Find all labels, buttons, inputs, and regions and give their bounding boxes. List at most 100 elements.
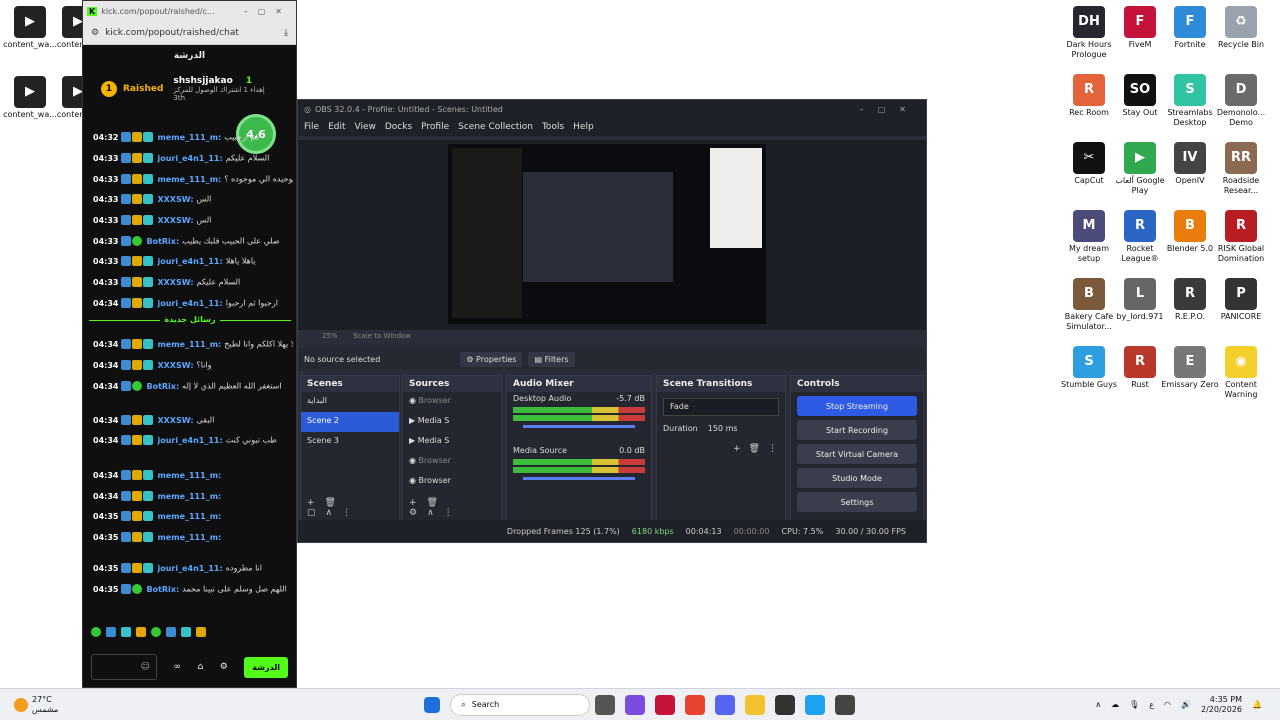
emote-icon[interactable] — [91, 627, 101, 637]
chat-username[interactable]: BotRix: — [146, 585, 179, 594]
app-icon: IV — [1174, 142, 1206, 174]
chat-username[interactable]: meme_111_m: — [157, 471, 221, 480]
chat-username[interactable]: meme_111_m: — [157, 340, 221, 349]
weather-widget[interactable]: 27°C مشمس — [32, 695, 58, 715]
chat-username[interactable]: jouri_e4n1_11: — [157, 154, 222, 163]
emoji-icon[interactable]: ☺ — [141, 662, 150, 672]
chat-username[interactable]: XXXSW: — [157, 361, 193, 370]
chat-username[interactable]: XXXSW: — [157, 416, 193, 425]
emote-icon[interactable] — [166, 627, 176, 637]
gear-icon[interactable]: ⚙ — [220, 662, 228, 672]
start-icon[interactable] — [424, 696, 441, 713]
filters-button[interactable]: ▤ Filters — [528, 351, 575, 367]
window-controls[interactable]: –▢✕ — [244, 7, 292, 16]
window-controls[interactable]: –▢✕ — [860, 105, 920, 114]
chat-username[interactable]: meme_111_m: — [157, 512, 221, 521]
scale-dropdown[interactable]: Scale to Window — [353, 332, 411, 340]
emote-icon[interactable] — [121, 627, 131, 637]
chevron-up-icon[interactable]: ∧ — [1095, 700, 1101, 709]
menu-item[interactable]: Docks — [385, 122, 412, 132]
desktop-icon[interactable]: R RISK Global Domination — [1211, 210, 1271, 264]
chat-username[interactable]: jouri_e4n1_11: — [157, 564, 222, 573]
scene-item[interactable]: البداية — [301, 392, 399, 412]
menu-item[interactable]: Profile — [421, 122, 449, 132]
emote-icon[interactable] — [196, 627, 206, 637]
emote-icon[interactable] — [136, 627, 146, 637]
menu-item[interactable]: File — [304, 122, 319, 132]
chat-username[interactable]: meme_111_m: — [157, 175, 221, 184]
stop-streaming-button[interactable]: Stop Streaming — [797, 396, 917, 416]
send-button[interactable]: الدرشة — [244, 656, 288, 678]
menu-item[interactable]: Scene Collection — [458, 122, 533, 132]
clock[interactable]: 4:35 PM 2/20/2026 — [1201, 695, 1242, 715]
store-icon[interactable]: ⌂ — [198, 662, 204, 672]
mic-icon[interactable]: 🎙 — [1129, 700, 1139, 709]
chat-username[interactable]: XXXSW: — [157, 278, 193, 287]
chrome-icon[interactable] — [685, 694, 706, 715]
emote-icon[interactable] — [151, 627, 161, 637]
source-item[interactable]: ▶ Media S — [403, 432, 501, 452]
volume-slider[interactable] — [523, 477, 635, 480]
scene-item[interactable]: Scene 2 — [301, 412, 399, 432]
desktop-icon[interactable]: P PANICORE — [1211, 278, 1271, 322]
download-icon[interactable]: ⤓ — [284, 28, 288, 38]
transition-toolbar[interactable]: +🗑⋮ — [733, 444, 785, 454]
chat-username[interactable]: jouri_e4n1_11: — [157, 299, 222, 308]
chat-input[interactable]: ☺ — [91, 654, 157, 680]
search-box[interactable]: ⌕ Search — [450, 693, 591, 716]
network-icon[interactable]: ☁ — [1111, 700, 1119, 709]
site-info-icon[interactable]: ⚙ — [91, 28, 99, 38]
desktop-icon[interactable]: ♻ Recycle Bin — [1211, 6, 1271, 50]
desktop-icon[interactable]: D Demonolo... Demo — [1211, 74, 1271, 128]
emote-icon[interactable] — [181, 627, 191, 637]
preview-canvas[interactable] — [448, 144, 766, 324]
source-item[interactable]: ◉ Browser — [403, 452, 501, 472]
chat-username[interactable]: XXXSW: — [157, 216, 193, 225]
menu-item[interactable]: Edit — [328, 122, 345, 132]
desktop-icon[interactable]: ◉ Content Warning — [1211, 346, 1271, 400]
notifications-icon[interactable]: 🔔 — [1252, 700, 1262, 709]
chat-username[interactable]: meme_111_m: — [157, 492, 221, 501]
source-toolbar-buttons[interactable]: +🗑⚙∧⋮ — [409, 498, 501, 518]
transition-select[interactable]: Fade — [663, 398, 779, 416]
source-item[interactable]: ▶ Media S — [403, 412, 501, 432]
duration-input[interactable]: 150 ms — [708, 424, 738, 433]
start-recording-button[interactable]: Start Recording — [797, 420, 917, 440]
fivem-taskbar-icon[interactable] — [655, 694, 676, 715]
studio-mode-button[interactable]: Studio Mode — [797, 468, 917, 488]
chat-username[interactable]: BotRix: — [146, 237, 179, 246]
scene-item[interactable]: Scene 3 — [301, 432, 399, 452]
chat-address-bar[interactable]: ⚙ kick.com/popout/raished/chat ⤓ — [83, 21, 296, 45]
chat-username[interactable]: meme_111_m: — [157, 133, 221, 142]
language-indicator[interactable]: ع — [1149, 700, 1154, 709]
obs-taskbar-icon[interactable] — [835, 694, 856, 715]
file-explorer-icon[interactable] — [745, 694, 766, 715]
obs-preview[interactable] — [298, 140, 926, 330]
chat-username[interactable]: XXXSW: — [157, 195, 193, 204]
start-virtual-camera-button[interactable]: Start Virtual Camera — [797, 444, 917, 464]
emote-icon[interactable] — [106, 627, 116, 637]
discord-icon[interactable] — [715, 694, 736, 715]
desktop-icon[interactable]: RR Roadside Resear... — [1211, 142, 1271, 196]
chat-username[interactable]: jouri_e4n1_11: — [157, 436, 222, 445]
task-view-icon[interactable] — [595, 694, 616, 715]
chat-username[interactable]: meme_111_m: — [157, 533, 221, 542]
chat-username[interactable]: jouri_e4n1_11: — [157, 257, 222, 266]
menu-item[interactable]: Tools — [542, 122, 564, 132]
volume-slider[interactable] — [523, 425, 635, 428]
store-icon[interactable] — [775, 694, 796, 715]
copilot-icon[interactable] — [625, 694, 646, 715]
properties-button[interactable]: ⚙ Properties — [460, 351, 523, 367]
menu-item[interactable]: View — [355, 122, 376, 132]
menu-item[interactable]: Help — [573, 122, 594, 132]
source-item[interactable]: ◉ Browser — [403, 392, 501, 412]
chat-username[interactable]: BotRix: — [146, 382, 179, 391]
edge-icon[interactable] — [805, 694, 826, 715]
volume-icon[interactable]: 🔊 — [1181, 700, 1191, 709]
source-item[interactable]: ◉ Browser — [403, 472, 501, 492]
wifi-icon[interactable]: ◠ — [1164, 700, 1171, 709]
infinity-icon[interactable]: ∞ — [174, 662, 182, 672]
weather-icon[interactable] — [14, 697, 28, 712]
settings-button[interactable]: Settings — [797, 492, 917, 512]
scene-toolbar[interactable]: +🗑▢∧⋮ — [307, 498, 399, 518]
